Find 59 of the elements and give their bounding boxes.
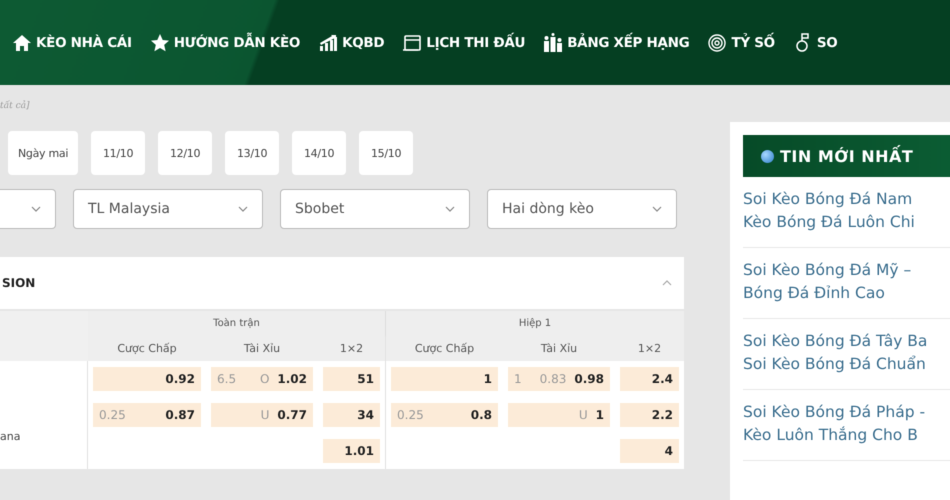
column-header: Cược Chấp <box>385 336 503 361</box>
dropdown[interactable] <box>0 189 56 229</box>
calendar-icon <box>402 32 422 52</box>
news-link[interactable]: Soi Kèo Bóng Đá Pháp - Kèo Luôn Thắng Cho B <box>743 390 950 461</box>
column-header: Tài Xỉu <box>503 336 615 361</box>
odds-cell[interactable]: U 1 <box>508 403 610 427</box>
odds-cell[interactable]: 4 <box>620 439 679 463</box>
date-button[interactable]: 13/10 <box>225 131 280 175</box>
odds-cell[interactable]: 1.01 <box>323 439 380 463</box>
league-name: SION <box>2 276 36 290</box>
podium-icon <box>543 32 564 52</box>
home-icon <box>12 32 32 52</box>
news-link[interactable]: Soi Kèo Bóng Đá Nam Kèo Bóng Đá Luôn Chi <box>743 177 950 248</box>
nav-link[interactable]: LỊCH THI ĐẤU <box>402 32 526 52</box>
news-title: TIN MỚI NHẤT <box>780 146 914 166</box>
nav-link[interactable]: KÈO NHÀ CÁI <box>12 32 132 52</box>
odds-cell[interactable]: 0.25 0.8 <box>391 403 498 427</box>
nav-link[interactable]: BẢNG XẾP HẠNG <box>543 32 690 52</box>
column-header: 1×2 <box>615 336 684 361</box>
odds-cell[interactable]: 2.4 <box>620 367 679 391</box>
nav-link[interactable]: SO <box>792 32 838 52</box>
nav-link[interactable]: TỶ SỐ <box>707 32 775 52</box>
chevron-down-icon <box>238 206 248 212</box>
globe-icon <box>761 150 774 162</box>
odds-cell[interactable]: 2.2 <box>620 403 679 427</box>
dropdown[interactable]: Sbobet <box>280 189 470 229</box>
odds-cell[interactable]: 1 0.83 0.98 <box>508 367 610 391</box>
nav-link[interactable]: KQBD <box>318 32 384 52</box>
star-icon <box>150 32 170 52</box>
league-header[interactable]: SION <box>0 257 684 309</box>
nav-link[interactable]: HƯỚNG DẪN KÈO <box>150 32 300 52</box>
date-button[interactable]: Ngày mai <box>8 131 78 175</box>
odds-cell[interactable]: 34 <box>323 403 380 427</box>
date-button[interactable]: 11/10 <box>91 131 146 175</box>
bar-chart-icon <box>318 32 338 52</box>
dropdown[interactable]: Hai dòng kèo <box>487 189 677 229</box>
odds-cell[interactable]: U 0.77 <box>211 403 313 427</box>
odds-cell[interactable]: 0.25 0.87 <box>93 403 201 427</box>
column-header: Tài Xỉu <box>206 336 318 361</box>
date-button[interactable]: 12/10 <box>158 131 212 175</box>
odds-cell[interactable]: 6.5 O 1.02 <box>211 367 313 391</box>
target-icon <box>707 32 728 52</box>
column-group-header: Hiệp 1 <box>385 311 684 336</box>
news-link[interactable]: Soi Kèo Bóng Đá Mỹ – Bóng Đá Đỉnh Cao <box>743 248 950 319</box>
news-link[interactable]: Soi Kèo Bóng Đá Tây Ba Soi Kèo Bóng Đá Chuẩn <box>743 319 950 390</box>
date-button[interactable]: 14/10 <box>292 131 346 175</box>
breadcrumb: tất cả] <box>0 99 31 113</box>
odds-cell[interactable]: 1 <box>391 367 498 391</box>
chevron-down-icon <box>652 206 662 212</box>
team-name: ana <box>0 361 88 469</box>
date-button[interactable]: 15/10 <box>359 131 414 175</box>
column-header: Cược Chấp <box>88 336 206 361</box>
chevron-down-icon <box>445 206 455 212</box>
column-group-header: Toàn trận <box>88 311 385 336</box>
odds-cell[interactable]: 0.92 <box>93 367 201 391</box>
odds-cell[interactable]: 51 <box>323 367 380 391</box>
chevron-down-icon <box>31 206 41 212</box>
column-header: 1×2 <box>318 336 385 361</box>
dropdown[interactable]: TL Malaysia <box>73 189 263 229</box>
